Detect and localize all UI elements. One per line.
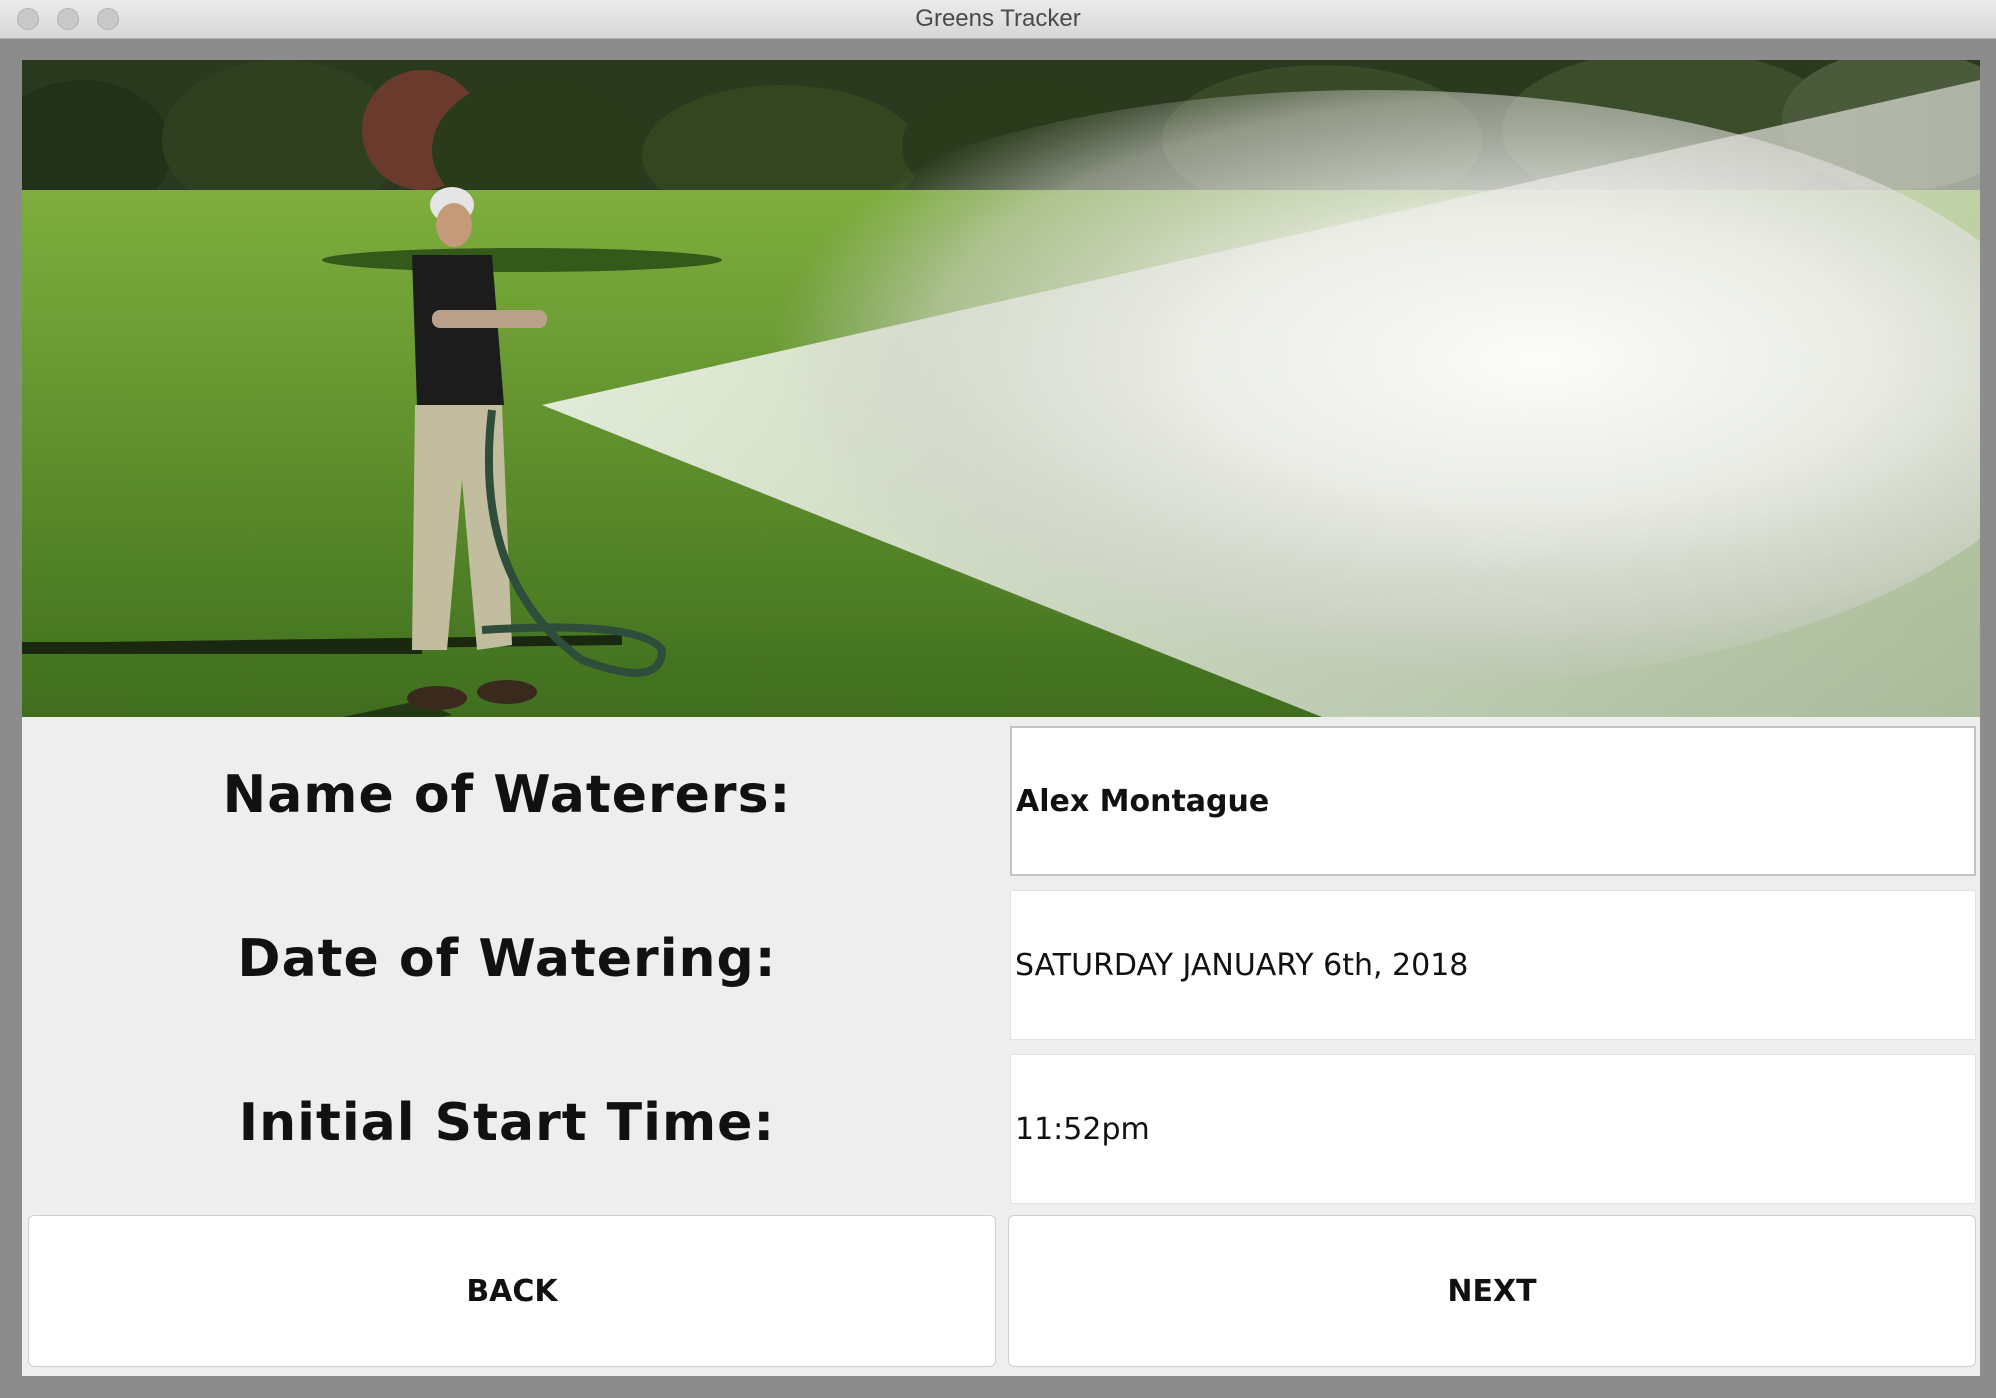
waterers-input[interactable]: Alex Montague — [1010, 726, 1976, 876]
content-pane: Name of Waterers: Alex Montague Date of … — [22, 60, 1980, 1376]
waterers-label: Name of Waterers: — [222, 765, 792, 825]
date-label: Date of Watering: — [237, 929, 777, 989]
app-window: Greens Tracker Name of Waterers: Alex Mo… — [0, 0, 1996, 1398]
start-time-field[interactable]: 11:52pm — [1010, 1054, 1976, 1204]
start-time-label: Initial Start Time: — [238, 1093, 776, 1153]
title-bar[interactable]: Greens Tracker — [0, 0, 1996, 39]
banner-photo — [22, 60, 1980, 717]
next-button[interactable]: NEXT — [1008, 1215, 1976, 1367]
window-title: Greens Tracker — [915, 5, 1081, 32]
back-button[interactable]: BACK — [28, 1215, 996, 1367]
date-field[interactable]: SATURDAY JANUARY 6th, 2018 — [1010, 890, 1976, 1040]
